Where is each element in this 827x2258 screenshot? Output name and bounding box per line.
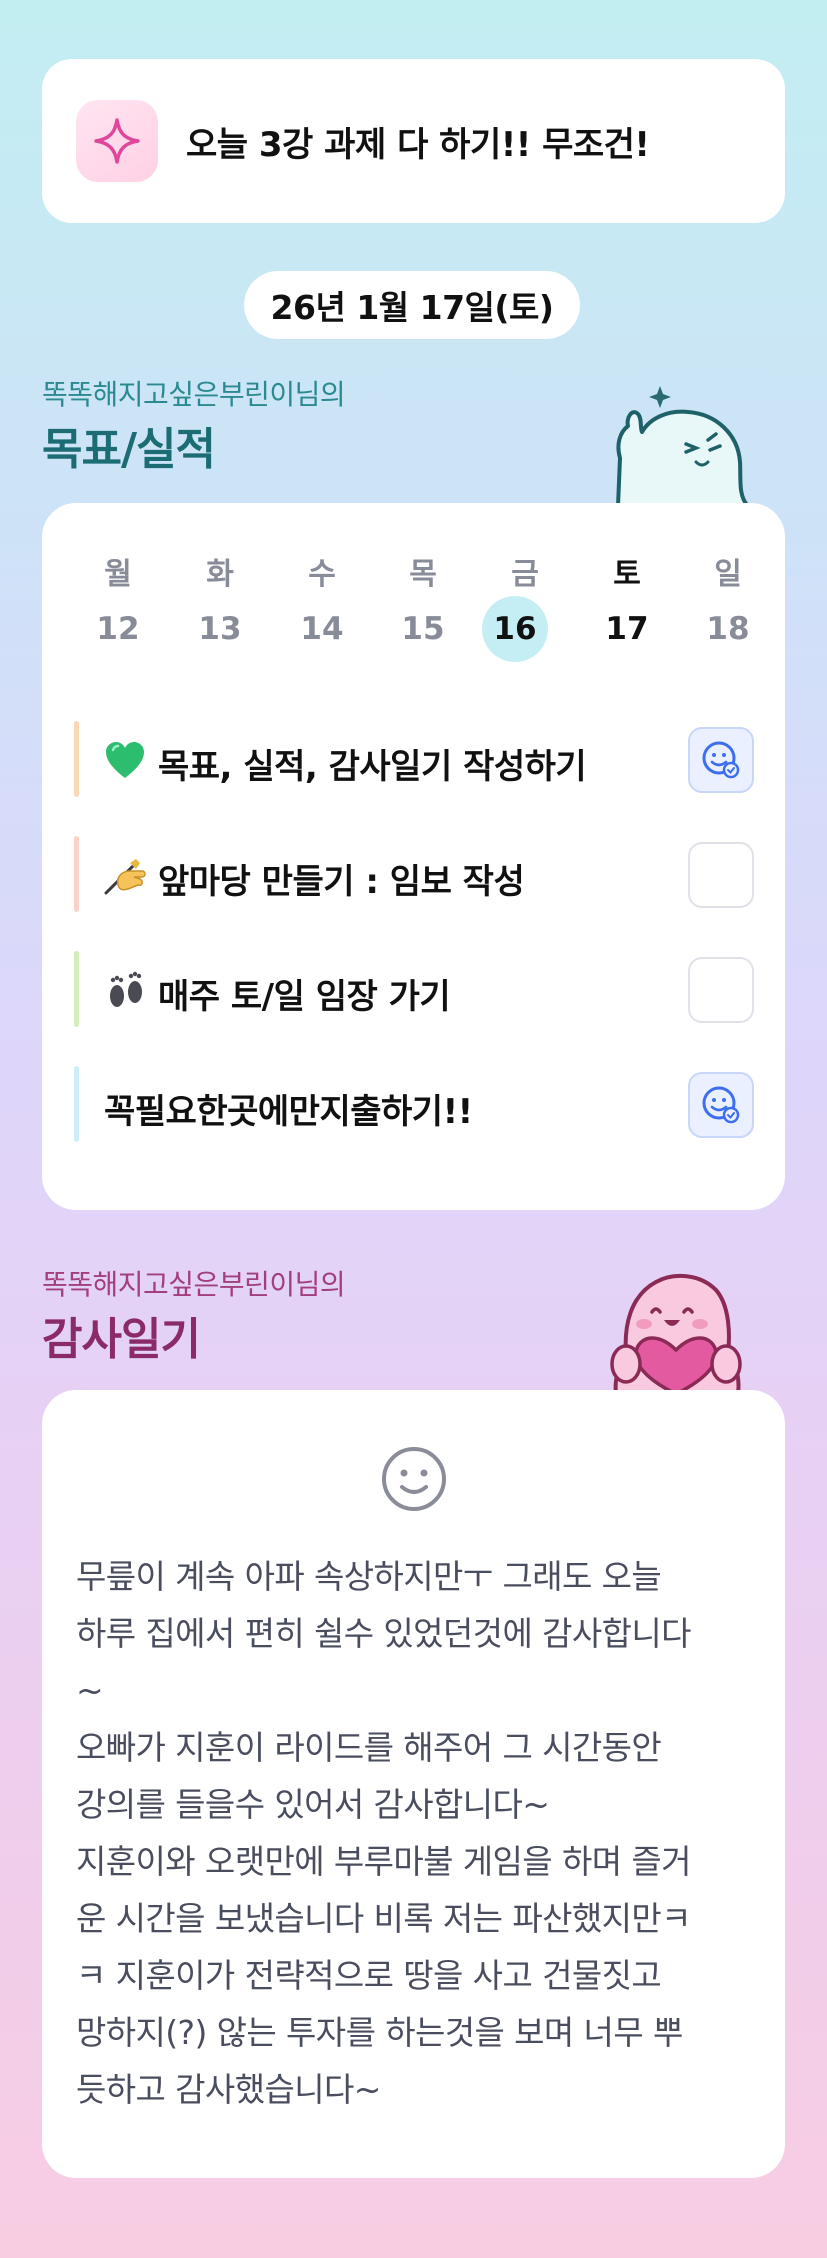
banner-text: 오늘 3강 과제 다 하기!! 무조건! (186, 124, 650, 165)
diary-line: ㅋ 지훈이가 전략적으로 땅을 사고 건물짓고 (76, 1956, 662, 1995)
smiley-done-icon (702, 741, 740, 779)
diary-text: 무릎이 계속 아파 속상하지만ㅜ 그래도 오늘 하루 집에서 편히 쉴수 있었던… (76, 1548, 756, 2118)
task-label: 매주 토/일 임장 가기 (158, 977, 451, 1017)
day-num-15[interactable]: 15 (393, 611, 453, 647)
task-item[interactable]: 매주 토/일 임장 가기 (74, 951, 754, 1027)
day-name-sun[interactable]: 일 (698, 549, 758, 593)
diary-line: 지훈이와 오랫만에 부루마불 게임을 하며 즐거 (76, 1842, 691, 1881)
date-pill[interactable]: 26년 1월 17일(토) (244, 271, 580, 339)
day-name-thu[interactable]: 목 (393, 549, 453, 593)
day-num-16-today[interactable]: 16 (482, 596, 548, 662)
day-num-17[interactable]: 17 (597, 611, 657, 647)
footprints-icon (104, 970, 146, 1012)
task-item[interactable]: 앞마당 만들기 : 임보 작성 (74, 836, 754, 912)
day-name-sat[interactable]: 토 (597, 549, 657, 593)
diary-line: 운 시간을 보냈습니다 비록 저는 파산했지만ㅋ (76, 1899, 691, 1938)
goals-subtitle: 똑똑해지고싶은부린이님의 (42, 378, 346, 411)
gratitude-subtitle: 똑똑해지고싶은부린이님의 (42, 1268, 346, 1301)
smiley-done-icon (702, 1086, 740, 1124)
pink-mascot-illustration (596, 1266, 756, 1396)
day-num-12[interactable]: 12 (88, 611, 148, 647)
goals-title: 목표/실적 (42, 424, 216, 475)
diary-line: 강의를 들을수 있어서 감사합니다~ (76, 1785, 550, 1824)
day-num-14[interactable]: 14 (292, 611, 352, 647)
task-checkbox[interactable] (688, 842, 754, 908)
day-name-fri[interactable]: 금 (495, 549, 555, 593)
task-done-checkbox[interactable] (688, 727, 754, 793)
task-item[interactable]: 꼭필요한곳에만지출하기!! (74, 1066, 754, 1142)
task-color-bar (74, 951, 79, 1027)
day-name-mon[interactable]: 월 (88, 549, 148, 593)
day-num-18[interactable]: 18 (698, 611, 758, 647)
task-label: 꼭필요한곳에만지출하기!! (104, 1092, 473, 1132)
diary-line: ~ (76, 1671, 104, 1710)
gratitude-title: 감사일기 (42, 1314, 201, 1365)
goal-banner[interactable]: 오늘 3강 과제 다 하기!! 무조건! (42, 59, 785, 223)
diary-line: 하루 집에서 편히 쉴수 있었던것에 감사합니다 (76, 1614, 691, 1653)
goals-card: 월 화 수 목 금 토 일 12 13 14 15 16 17 18 목표, 실… (42, 503, 785, 1210)
day-num-13[interactable]: 13 (190, 611, 250, 647)
task-item[interactable]: 목표, 실적, 감사일기 작성하기 (74, 721, 754, 797)
task-label: 앞마당 만들기 : 임보 작성 (158, 862, 525, 902)
diary-line: 무릎이 계속 아파 속상하지만ㅜ 그래도 오늘 (76, 1557, 662, 1596)
writing-hand-icon (104, 855, 146, 897)
task-checkbox[interactable] (688, 957, 754, 1023)
smiley-face-icon (380, 1445, 448, 1513)
teal-mascot-illustration (598, 378, 758, 508)
task-label: 목표, 실적, 감사일기 작성하기 (158, 747, 587, 787)
task-color-bar (74, 721, 79, 797)
diary-line: 오빠가 지훈이 라이드를 해주어 그 시간동안 (76, 1728, 662, 1767)
diary-line: 망하지(?) 않는 투자를 하는것을 보며 너무 뿌 (76, 2013, 683, 2052)
green-heart-icon (104, 740, 146, 782)
day-name-tue[interactable]: 화 (190, 549, 250, 593)
sparkle-icon (76, 100, 158, 182)
day-name-wed[interactable]: 수 (292, 549, 352, 593)
diary-line: 듯하고 감사했습니다~ (76, 2070, 381, 2109)
task-color-bar (74, 836, 79, 912)
task-done-checkbox[interactable] (688, 1072, 754, 1138)
task-color-bar (74, 1066, 79, 1142)
